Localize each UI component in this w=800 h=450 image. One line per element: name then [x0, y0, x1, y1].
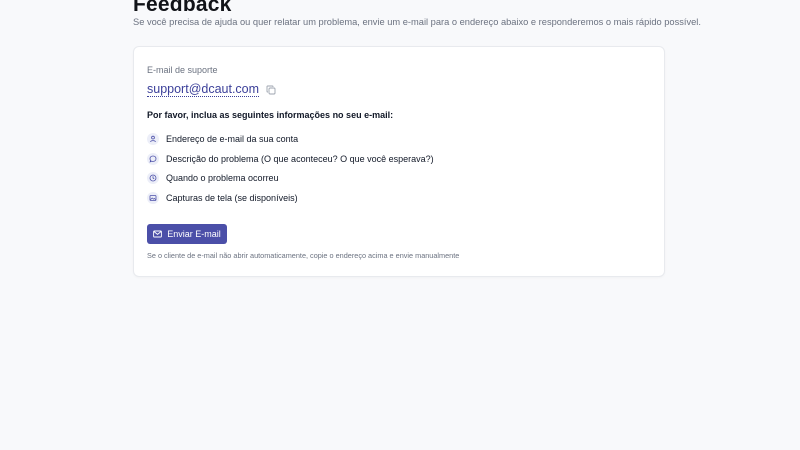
list-item: Quando o problema ocorreu	[147, 168, 434, 188]
list-item: Endereço de e-mail da sua conta	[147, 129, 434, 149]
info-heading: Por favor, inclua as seguintes informaçõ…	[147, 110, 394, 120]
list-item: Capturas de tela (se disponíveis)	[147, 188, 434, 208]
page-subtitle: Se você precisa de ajuda ou quer relatar…	[133, 17, 701, 27]
support-email-row: support@dcaut.com	[147, 82, 277, 97]
list-item: Descrição do problema (O que aconteceu? …	[147, 149, 434, 169]
mail-icon	[153, 230, 163, 238]
support-card: E-mail de suporte support@dcaut.com Por …	[133, 46, 665, 277]
info-item-label: Endereço de e-mail da sua conta	[166, 133, 299, 144]
user-icon	[147, 132, 159, 145]
send-email-button[interactable]: Enviar E-mail	[147, 224, 227, 244]
support-email-link[interactable]: support@dcaut.com	[147, 82, 260, 97]
page-title: Feedback	[133, 0, 232, 16]
send-email-button-label: Enviar E-mail	[167, 229, 221, 239]
image-icon	[147, 191, 159, 204]
manual-send-hint: Se o cliente de e-mail não abrir automat…	[147, 251, 460, 260]
info-item-label: Capturas de tela (se disponíveis)	[166, 192, 298, 203]
info-item-label: Quando o problema ocorreu	[166, 173, 279, 184]
support-email-label: E-mail de suporte	[147, 65, 218, 75]
info-item-label: Descrição do problema (O que aconteceu? …	[166, 153, 434, 164]
copy-icon[interactable]	[265, 84, 277, 96]
message-icon	[147, 152, 159, 165]
info-list: Endereço de e-mail da sua conta Descriçã…	[147, 129, 434, 208]
clock-icon	[147, 172, 159, 185]
